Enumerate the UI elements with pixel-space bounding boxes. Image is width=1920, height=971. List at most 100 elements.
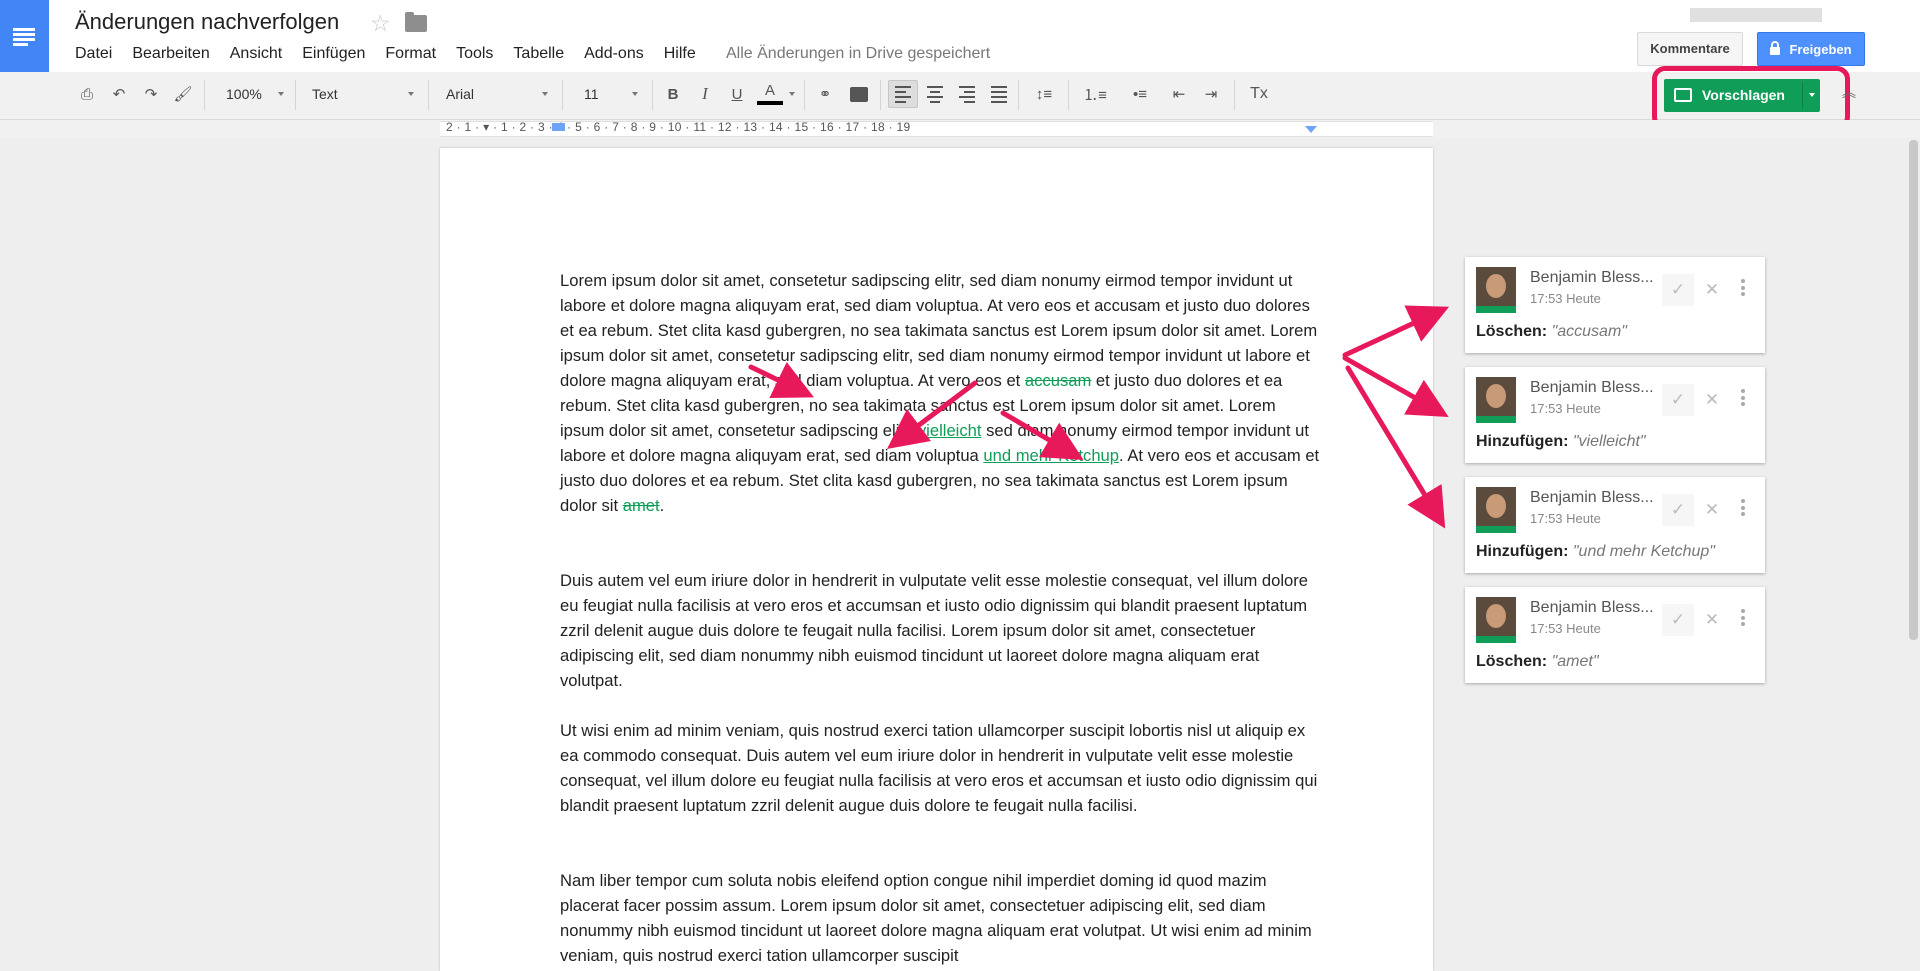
accept-check-icon[interactable]: ✓: [1662, 494, 1694, 526]
paragraph-4[interactable]: Nam liber tempor cum soluta nobis eleife…: [560, 868, 1320, 968]
align-justify-icon[interactable]: [986, 80, 1012, 108]
menu-ansicht[interactable]: Ansicht: [230, 45, 282, 63]
suggestion-action: Löschen:: [1476, 653, 1548, 670]
link-icon[interactable]: ⚭: [812, 80, 838, 108]
toolbar: ⎙ ↶ ↷ 🖌 100% Text Arial 11 B I U A ⚭ ↕≡ …: [0, 72, 1920, 120]
comments-button[interactable]: Kommentare: [1637, 32, 1743, 66]
reject-close-icon[interactable]: ✕: [1696, 494, 1728, 526]
reject-close-icon[interactable]: ✕: [1696, 274, 1728, 306]
text-color-caret-icon[interactable]: [786, 80, 798, 108]
inserted-text-ketchup[interactable]: und mehr Ketchup: [983, 446, 1119, 465]
suggestion-description: Hinzufügen: "vielleicht": [1476, 433, 1646, 451]
suggestion-text: "accusam": [1551, 323, 1627, 340]
font-size-select[interactable]: 11: [570, 80, 644, 108]
suggestion-description: Hinzufügen: "und mehr Ketchup": [1476, 543, 1715, 561]
suggestion-text: "vielleicht": [1572, 433, 1646, 450]
folder-icon[interactable]: [405, 12, 427, 32]
suggestion-action: Löschen:: [1476, 323, 1548, 340]
text-color-button[interactable]: A: [756, 80, 784, 108]
suggestion-card[interactable]: Benjamin Bless... 17:53 Heute ✓ ✕ Lösche…: [1465, 587, 1765, 683]
accept-check-icon[interactable]: ✓: [1662, 384, 1694, 416]
avatar: [1476, 487, 1516, 533]
suggestion-time: 17:53 Heute: [1530, 401, 1601, 416]
suggestion-text: "amet": [1551, 653, 1599, 670]
menu-tools[interactable]: Tools: [456, 45, 493, 63]
suggestion-text: "und mehr Ketchup": [1572, 543, 1715, 560]
deleted-text-amet[interactable]: amet: [623, 496, 660, 515]
suggestion-author: Benjamin Bless...: [1530, 599, 1654, 616]
reject-close-icon[interactable]: ✕: [1696, 384, 1728, 416]
undo-icon[interactable]: ↶: [108, 80, 130, 108]
ruler-numbers: 2 · 1 · ▾ · 1 · 2 · 3 · 4 · 5 · 6 · 7 · …: [446, 120, 911, 134]
zoom-select[interactable]: 100%: [212, 80, 290, 108]
document-title[interactable]: Änderungen nachverfolgen: [75, 9, 339, 35]
style-select[interactable]: Text: [302, 80, 420, 108]
suggestion-time: 17:53 Heute: [1530, 621, 1601, 636]
paragraph-1[interactable]: Lorem ipsum dolor sit amet, consetetur s…: [560, 268, 1320, 518]
accept-check-icon[interactable]: ✓: [1662, 274, 1694, 306]
menu-bearbeiten[interactable]: Bearbeiten: [132, 45, 209, 63]
suggestion-card[interactable]: Benjamin Bless... 17:53 Heute ✓ ✕ Hinzuf…: [1465, 477, 1765, 573]
line-spacing-icon[interactable]: ↕≡: [1026, 80, 1062, 108]
more-options-icon[interactable]: [1741, 499, 1745, 516]
paint-format-icon[interactable]: 🖌: [172, 80, 194, 108]
align-center-icon[interactable]: [922, 80, 948, 108]
bold-button[interactable]: B: [660, 80, 686, 108]
more-options-icon[interactable]: [1741, 609, 1745, 626]
paragraph-2[interactable]: Duis autem vel eum iriure dolor in hendr…: [560, 568, 1320, 693]
suggestion-action: Hinzufügen:: [1476, 543, 1569, 560]
print-icon[interactable]: ⎙: [76, 80, 98, 108]
collapse-menu-icon[interactable]: ︽: [1842, 82, 1856, 102]
reject-close-icon[interactable]: ✕: [1696, 604, 1728, 636]
more-options-icon[interactable]: [1741, 389, 1745, 406]
suggestion-author: Benjamin Bless...: [1530, 489, 1654, 506]
save-status[interactable]: Alle Änderungen in Drive gespeichert: [726, 45, 990, 63]
style-value: Text: [312, 86, 338, 102]
redo-icon[interactable]: ↷: [140, 80, 162, 108]
menu-format[interactable]: Format: [385, 45, 436, 63]
inserted-text-vielleicht[interactable]: vielleicht: [918, 421, 982, 440]
text-run: .: [659, 496, 665, 515]
user-account-blurred[interactable]: [1690, 8, 1822, 22]
suggestion-action: Hinzufügen:: [1476, 433, 1569, 450]
clear-formatting-icon[interactable]: Tx: [1244, 80, 1274, 108]
accept-check-icon[interactable]: ✓: [1662, 604, 1694, 636]
share-button[interactable]: Freigeben: [1757, 32, 1865, 66]
comment-icon[interactable]: [846, 80, 872, 108]
italic-button[interactable]: I: [692, 80, 718, 108]
suggestion-author: Benjamin Bless...: [1530, 269, 1654, 286]
menu-hilfe[interactable]: Hilfe: [664, 45, 696, 63]
deleted-text-accusam[interactable]: accusam: [1025, 371, 1091, 390]
menu-bar: Datei Bearbeiten Ansicht Einfügen Format…: [75, 45, 716, 63]
avatar: [1476, 377, 1516, 423]
bulleted-list-icon[interactable]: •≡: [1120, 80, 1160, 108]
menu-datei[interactable]: Datei: [75, 45, 112, 63]
decrease-indent-icon[interactable]: ⇤: [1166, 80, 1192, 108]
suggestion-card[interactable]: Benjamin Bless... 17:53 Heute ✓ ✕ Lösche…: [1465, 257, 1765, 353]
increase-indent-icon[interactable]: ⇥: [1198, 80, 1224, 108]
text-color-letter: A: [764, 82, 775, 99]
font-select[interactable]: Arial: [436, 80, 554, 108]
suggestion-description: Löschen: "accusam": [1476, 323, 1627, 341]
star-icon[interactable]: ☆: [370, 10, 391, 37]
numbered-list-icon[interactable]: ⒈≡: [1076, 80, 1114, 108]
menu-einfuegen[interactable]: Einfügen: [302, 45, 365, 63]
scrollbar-thumb[interactable]: [1909, 140, 1918, 640]
menu-tabelle[interactable]: Tabelle: [513, 45, 564, 63]
underline-button[interactable]: U: [724, 80, 750, 108]
more-options-icon[interactable]: [1741, 279, 1745, 296]
suggestion-author: Benjamin Bless...: [1530, 379, 1654, 396]
font-value: Arial: [446, 86, 475, 102]
align-right-icon[interactable]: [954, 80, 980, 108]
share-button-label: Freigeben: [1789, 41, 1852, 57]
left-indent-marker[interactable]: [552, 123, 565, 131]
zoom-value: 100%: [226, 86, 262, 102]
right-indent-marker[interactable]: [1305, 126, 1317, 133]
docs-logo-icon[interactable]: [0, 0, 49, 72]
font-size-value: 11: [584, 86, 599, 102]
suggestion-time: 17:53 Heute: [1530, 511, 1601, 526]
align-left-icon[interactable]: [888, 80, 918, 108]
suggestion-card[interactable]: Benjamin Bless... 17:53 Heute ✓ ✕ Hinzuf…: [1465, 367, 1765, 463]
paragraph-3[interactable]: Ut wisi enim ad minim veniam, quis nostr…: [560, 718, 1320, 818]
menu-addons[interactable]: Add-ons: [584, 45, 644, 63]
